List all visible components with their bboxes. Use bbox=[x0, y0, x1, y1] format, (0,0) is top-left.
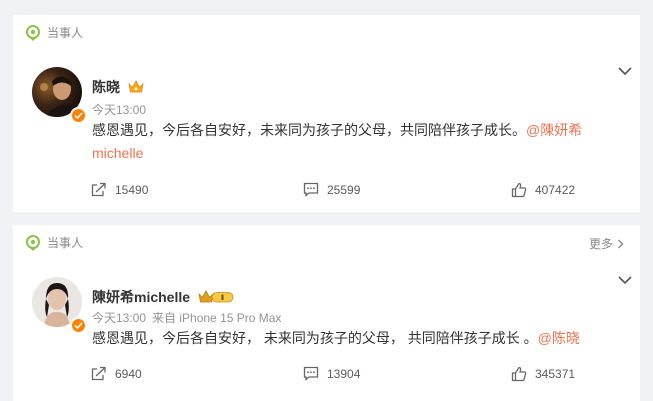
section-label-text: 当事人 bbox=[47, 26, 84, 40]
author-row: 陈晓 bbox=[92, 77, 144, 97]
section-label: 当事人 bbox=[25, 234, 83, 251]
more-link[interactable]: 更多 bbox=[589, 235, 624, 252]
post-time[interactable]: 今天13:00 bbox=[92, 311, 146, 325]
action-bar: 15490 25599 407422 bbox=[13, 182, 640, 202]
section-label: 当事人 bbox=[25, 24, 83, 41]
post-body: 感恩遇见，今后各自安好， 未来同为孩子的父母， 共同陪伴孩子成长 。 bbox=[92, 330, 538, 346]
verified-badge bbox=[70, 107, 87, 124]
location-pin-icon bbox=[26, 24, 40, 41]
section-label-text: 当事人 bbox=[47, 236, 84, 250]
post-text: 感恩遇见，今后各自安好，未来同为孩子的父母，共同陪伴孩子成长。@陳妍希 mich… bbox=[92, 119, 602, 165]
comment-button[interactable]: 25599 bbox=[303, 182, 360, 197]
weibo-post-card-chenxiao: 当事人 陈晓 今天13:00 感恩遇见，今后各自安好，未来同为孩子的父母，共同陪… bbox=[13, 15, 640, 212]
author-name[interactable]: 陳妍希michelle bbox=[92, 287, 190, 307]
checkmark-icon bbox=[74, 112, 83, 119]
share-count: 6940 bbox=[115, 366, 142, 381]
post-time[interactable]: 今天13:00 bbox=[92, 103, 146, 117]
thumbs-up-icon bbox=[511, 366, 527, 382]
chevron-right-icon bbox=[618, 239, 624, 248]
mention-link[interactable]: @陈晓 bbox=[538, 330, 580, 346]
weibo-post-card-chenyanxi: 当事人 更多 陳妍希michelle 今天13:00 来自 iPhone 15 … bbox=[13, 225, 640, 401]
more-label: 更多 bbox=[588, 237, 613, 251]
like-button[interactable]: 345371 bbox=[511, 366, 575, 382]
thumbs-up-icon bbox=[511, 182, 527, 198]
action-bar: 6940 13904 345371 bbox=[13, 366, 640, 386]
mention-link[interactable]: @陳妍希 bbox=[526, 122, 582, 138]
checkmark-icon bbox=[74, 322, 83, 329]
share-icon bbox=[91, 366, 106, 381]
chevron-down-icon[interactable] bbox=[618, 275, 632, 285]
comment-count: 25599 bbox=[327, 182, 361, 197]
location-pin-icon bbox=[26, 234, 40, 251]
post-source: 来自 iPhone 15 Pro Max bbox=[152, 311, 282, 325]
author-row: 陳妍希michelle bbox=[92, 287, 234, 307]
mention-link-continuation[interactable]: michelle bbox=[92, 145, 143, 161]
comment-icon bbox=[303, 182, 319, 197]
share-icon bbox=[91, 182, 106, 197]
crown-level-badge-icon[interactable] bbox=[198, 290, 234, 304]
like-button[interactable]: 407422 bbox=[511, 182, 575, 198]
share-count: 15490 bbox=[115, 182, 149, 197]
comment-icon bbox=[303, 366, 319, 381]
author-name[interactable]: 陈晓 bbox=[92, 77, 120, 97]
like-count: 345371 bbox=[535, 367, 576, 381]
post-time-row: 今天13:00 bbox=[92, 101, 146, 118]
post-time-row: 今天13:00 来自 iPhone 15 Pro Max bbox=[92, 309, 281, 326]
share-button[interactable]: 15490 bbox=[91, 182, 148, 197]
like-count: 407422 bbox=[535, 183, 576, 197]
chevron-down-icon[interactable] bbox=[618, 66, 632, 76]
post-body: 感恩遇见，今后各自安好，未来同为孩子的父母，共同陪伴孩子成长。 bbox=[92, 122, 526, 138]
comment-button[interactable]: 13904 bbox=[303, 366, 360, 381]
post-text: 感恩遇见，今后各自安好， 未来同为孩子的父母， 共同陪伴孩子成长 。@陈晓 bbox=[92, 327, 602, 350]
comment-count: 13904 bbox=[327, 366, 361, 381]
verified-badge bbox=[70, 317, 87, 334]
share-button[interactable]: 6940 bbox=[91, 366, 142, 381]
crown-badge-icon[interactable] bbox=[128, 80, 144, 94]
